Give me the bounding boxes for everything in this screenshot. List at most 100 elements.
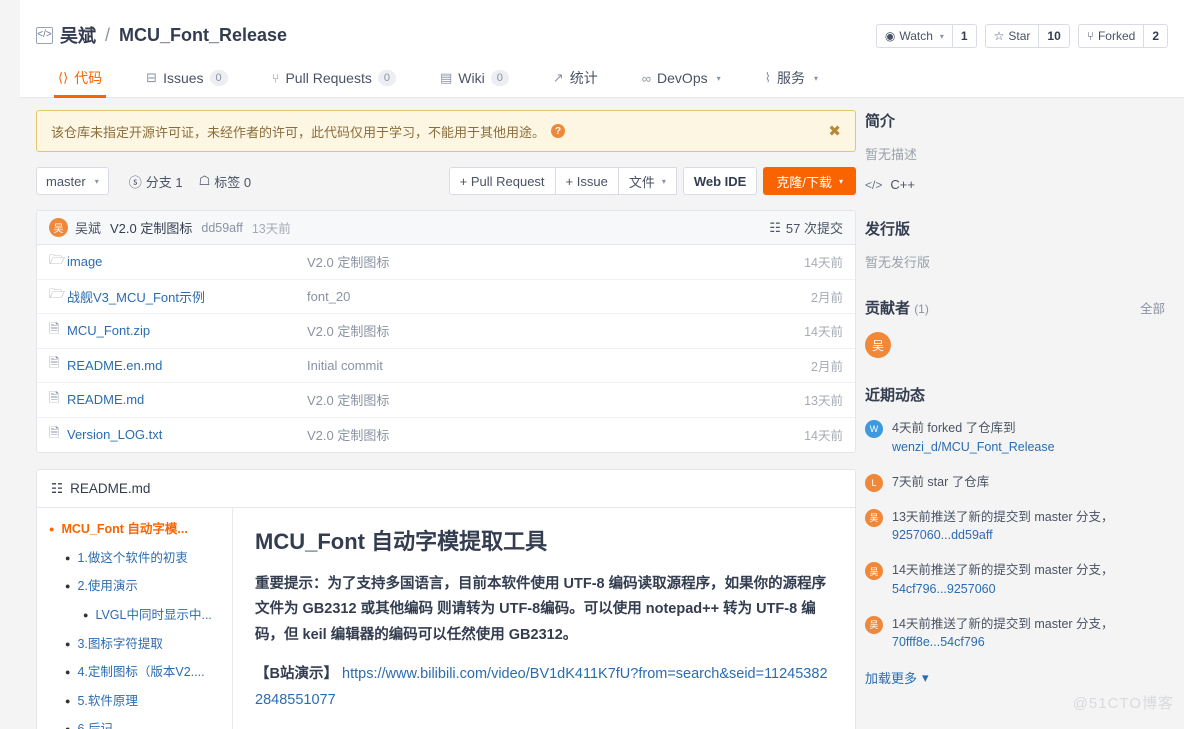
toc-item[interactable]: ● 2.使用演示 [47, 579, 222, 595]
readme-panel: ☷ README.md ● MCU_Font 自动字模... ● 1.做这个软件… [36, 469, 856, 729]
tab-devops-label: DevOps [657, 70, 708, 86]
contributors-view-all-link[interactable]: 全部 [1140, 298, 1165, 317]
toc-item-label: 6.后记 [77, 722, 112, 729]
repo-nav-tabs: ⟨⟩ 代码 ⊟ Issues 0 ⑂ Pull Requests 0 ▤ Wik… [36, 58, 840, 98]
load-more-button[interactable]: 加载更多 ▾ [865, 668, 1165, 687]
table-row[interactable]: 🗁 战舰V3_MCU_Font示例 font_20 2月前 [37, 280, 855, 314]
contributors-section: 贡献者 (1) 全部 吴 [865, 297, 1165, 358]
history-icon: ☷ [769, 219, 781, 235]
file-name[interactable]: 战舰V3_MCU_Font示例 [67, 287, 307, 306]
about-description: 暂无描述 [865, 147, 918, 162]
bilibili-demo-link[interactable]: https://www.bilibili.com/video/BV1dK411K… [255, 666, 828, 707]
table-row[interactable]: 🗁 image V2.0 定制图标 14天前 [37, 245, 855, 280]
activity-link[interactable]: wenzi_d/MCU_Font_Release [892, 440, 1055, 454]
commits-count-link[interactable]: ☷ 57 次提交 [769, 218, 843, 237]
tab-pull-requests[interactable]: ⑂ Pull Requests 0 [250, 58, 418, 98]
avatar[interactable]: L [865, 473, 883, 492]
table-row[interactable]: 🗎 MCU_Font.zip V2.0 定制图标 14天前 [37, 314, 855, 349]
avatar[interactable]: 吴 [865, 562, 883, 580]
table-row[interactable]: 🗎 README.en.md Initial commit 2月前 [37, 349, 855, 383]
toc-item[interactable]: ● 4.定制图标（版本V2.... [47, 665, 222, 681]
tab-wiki[interactable]: ▤ Wiki 0 [418, 58, 531, 98]
clone-download-label: 克隆/下载 [776, 174, 832, 190]
repo-name-link[interactable]: MCU_Font_Release [119, 25, 287, 46]
tab-statistics[interactable]: ↗ 统计 [531, 58, 620, 98]
license-notice: 该仓库未指定开源许可证，未经作者的许可，此代码仅用于学习，不能用于其他用途。 ?… [36, 110, 856, 152]
file-icon: 🗎 [49, 355, 60, 371]
file-name[interactable]: image [67, 254, 307, 269]
list-item: 吴 13天前推送了新的提交到 master 分支， 9257060...dd59a… [865, 508, 1165, 546]
help-icon[interactable]: ? [551, 124, 566, 138]
activity-link[interactable]: 70fff8e...54cf796 [892, 635, 985, 649]
file-name[interactable]: MCU_Font.zip [67, 323, 307, 338]
branches-label: 分支 1 [145, 174, 183, 190]
table-row[interactable]: 🗎 README.md V2.0 定制图标 13天前 [37, 383, 855, 418]
fork-button[interactable]: ⑂ Forked [1077, 24, 1145, 48]
toc-item[interactable]: ● 1.做这个软件的初衷 [47, 551, 222, 567]
toc-item[interactable]: ● 6.后记 [47, 722, 222, 729]
tab-statistics-label: 统计 [569, 70, 598, 86]
commit-author[interactable]: 吴斌 [75, 218, 101, 237]
repo-header: </> 吴斌 / MCU_Font_Release ◉ Watch ▾ 1 ☆ … [20, 0, 1184, 98]
toc-item[interactable]: ● 5.软件原理 [47, 694, 222, 710]
branch-selector[interactable]: master ▾ [36, 167, 109, 195]
infinity-icon: ∞ [641, 70, 652, 86]
load-more-label: 加载更多 [865, 671, 918, 686]
table-row[interactable]: 🗎 Version_LOG.txt V2.0 定制图标 14天前 [37, 418, 855, 453]
activity-link[interactable]: 54cf796...9257060 [892, 582, 996, 596]
files-menu-button[interactable]: 文件 ▾ [617, 167, 677, 195]
new-issue-button[interactable]: + Issue [554, 167, 619, 195]
activity-text: 13天前推送了新的提交到 master 分支， 9257060...dd59aff [892, 508, 1165, 546]
toc-item[interactable]: ● LVGL中同时显示中... [47, 608, 222, 624]
toc-item-label: MCU_Font 自动字模... [61, 522, 188, 536]
activity-text: 14天前推送了新的提交到 master 分支， 70fff8e...54cf796 [892, 615, 1165, 653]
watch-count[interactable]: 1 [952, 24, 977, 48]
file-name[interactable]: README.en.md [67, 358, 307, 373]
breadcrumb-separator: / [105, 24, 111, 45]
file-icon: 🗎 [49, 389, 60, 405]
tab-services[interactable]: ⌇ 服务 ▾ [743, 58, 840, 98]
tab-issues[interactable]: ⊟ Issues 0 [124, 58, 250, 98]
tab-devops[interactable]: ∞ DevOps ▾ [620, 58, 743, 98]
code-tab-icon: ⟨⟩ [58, 70, 69, 85]
bullet-icon: ● [65, 695, 71, 706]
close-icon[interactable]: ✖ [828, 122, 841, 140]
avatar[interactable]: 吴 [865, 332, 891, 358]
watch-button[interactable]: ◉ Watch ▾ [875, 24, 953, 48]
commit-message[interactable]: V2.0 定制图标 [110, 218, 192, 237]
file-time: 2月前 [811, 359, 843, 374]
branches-link[interactable]: ⓢ 分支 1 [129, 172, 183, 191]
contributors-title-label: 贡献者 [865, 300, 911, 317]
tab-pull-requests-count: 0 [377, 69, 396, 87]
clone-download-button[interactable]: 克隆/下载 ▾ [763, 167, 856, 195]
chevron-down-icon: ▾ [838, 176, 843, 186]
releases-section: 发行版 暂无发行版 [865, 218, 1165, 271]
avatar[interactable]: 吴 [865, 615, 883, 634]
star-button[interactable]: ☆ Star [984, 24, 1040, 48]
commit-sha[interactable]: dd59aff [201, 221, 242, 235]
file-name[interactable]: README.md [67, 392, 307, 407]
file-name[interactable]: Version_LOG.txt [67, 427, 307, 442]
folder-icon: 🗁 [49, 286, 66, 302]
tab-code-label: 代码 [74, 70, 103, 86]
toc-item[interactable]: ● MCU_Font 自动字模... [47, 522, 222, 538]
tags-link[interactable]: ☖ 标签 0 [199, 172, 252, 191]
avatar[interactable]: 吴 [865, 508, 883, 527]
new-pull-request-button[interactable]: + Pull Request [448, 167, 556, 195]
readme-paragraph: 重要提示：为了支持多国语言，目前本软件使用 UTF-8 编码读取源程序，如果你的… [255, 576, 827, 643]
fork-count[interactable]: 2 [1144, 24, 1168, 48]
tab-code[interactable]: ⟨⟩ 代码 [36, 58, 124, 98]
toc-item-label: LVGL中同时显示中... [95, 607, 212, 622]
repo-toolbar: master ▾ ⓢ 分支 1 ☖ 标签 0 + Pull Request + … [36, 166, 856, 196]
avatar[interactable]: W [865, 420, 883, 438]
primary-language[interactable]: </> C++ [865, 177, 1165, 192]
repo-owner-link[interactable]: 吴斌 [60, 22, 96, 48]
star-count[interactable]: 10 [1039, 24, 1070, 48]
toc-item-label: 5.软件原理 [77, 693, 138, 708]
file-icon: 🗎 [49, 424, 60, 440]
toc-item[interactable]: ● 3.图标字符提取 [47, 637, 222, 653]
avatar[interactable]: 吴 [49, 218, 68, 237]
file-icon: 🗎 [49, 320, 60, 336]
web-ide-button[interactable]: Web IDE [682, 167, 758, 195]
activity-link[interactable]: 9257060...dd59aff [892, 528, 993, 542]
